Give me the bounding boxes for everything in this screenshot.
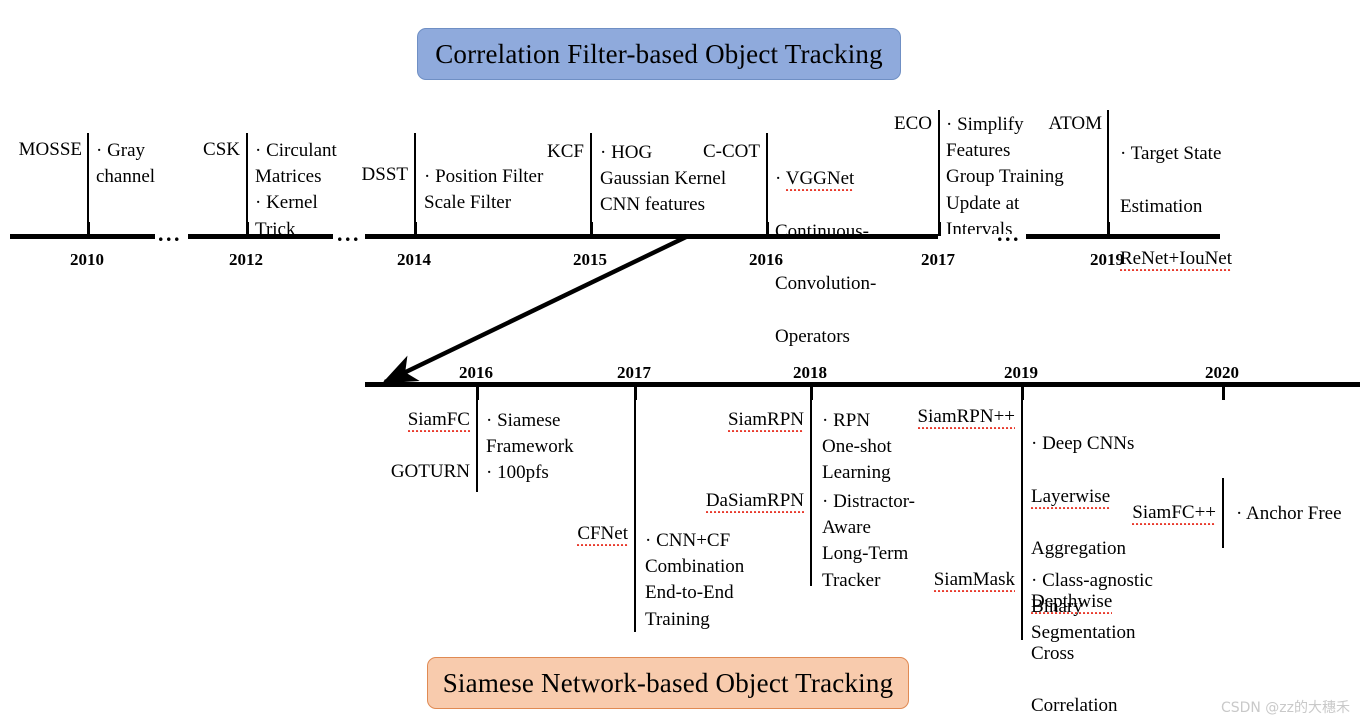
- bottom-method-siamrpnpp: SiamRPN++: [905, 405, 1015, 429]
- top-details-dsst: · Position Filter Scale Filter: [424, 166, 544, 214]
- bottom-year-label-2020: 2020: [1205, 363, 1239, 382]
- top-method-csk: CSK: [203, 139, 240, 160]
- detail-line: Aggregation: [1031, 538, 1126, 560]
- bottom-details-siamfcpp: · Anchor Free: [1236, 503, 1342, 524]
- bottom-method-siamrpn: SiamRPN: [710, 408, 804, 432]
- detail-line: Correlation: [1031, 695, 1118, 717]
- bottom-separator-siamrpnpp: [1021, 400, 1024, 640]
- bottom-tick-2019: [1021, 386, 1024, 400]
- bottom-method-goturn: GOTURN: [390, 461, 470, 482]
- top-method-atom: ATOM: [1048, 113, 1103, 134]
- method-label-dasiamrpn: DaSiamRPN: [705, 490, 804, 513]
- csdn-watermark: CSDN @zz的大穗禾: [1220, 700, 1350, 716]
- detail-line: Operators: [775, 325, 850, 347]
- detail-line: · Target State: [1120, 143, 1222, 165]
- bottom-method-dasiamrpn: DaSiamRPN: [690, 489, 804, 513]
- bottom-method-siammask: SiamMask: [908, 568, 1015, 592]
- method-label-siamrpnpp: SiamRPN++: [917, 406, 1015, 429]
- bottom-method-siamfc: SiamFC: [376, 408, 470, 432]
- top-axis-segment-1: [10, 234, 155, 239]
- method-label-siamfc: SiamFC: [407, 409, 470, 432]
- detail-line: · Deep CNNs: [1031, 433, 1135, 455]
- top-year-label-2015: 2015: [573, 250, 607, 269]
- top-method-mosse: MOSSE: [18, 139, 82, 160]
- top-details-c-cot: · VGGNet Continuous- Convolution- Operat…: [775, 140, 955, 350]
- bottom-tick-2016: [476, 386, 479, 400]
- detail-term-renet-iounet: ReNet+IouNet: [1120, 248, 1233, 272]
- top-year-label-2014: 2014: [397, 250, 431, 269]
- detail-term-layerwise: Layerwise: [1031, 485, 1111, 509]
- top-separator-mosse: [87, 133, 90, 234]
- top-axis-ellipsis-1: ...: [158, 221, 182, 246]
- bottom-year-label-2018: 2018: [793, 363, 827, 382]
- top-year-label-2010: 2010: [70, 250, 104, 269]
- bottom-method-cfnet: CFNet: [540, 522, 628, 546]
- bottom-tick-2018: [810, 386, 813, 400]
- bottom-banner-siamese-network: Siamese Network-based Object Tracking: [427, 657, 909, 709]
- bottom-separator-siamfc: [476, 400, 479, 492]
- top-method-dsst: DSST: [361, 164, 408, 185]
- bottom-details-cfnet: · CNN+CF Combination End-to-End Training: [645, 530, 745, 630]
- method-label-siamrpn: SiamRPN: [727, 409, 804, 432]
- bullet-glyph: ·: [775, 168, 786, 190]
- bottom-year-label-2019: 2019: [1004, 363, 1038, 382]
- top-details-atom: · Target State Estimation ReNet+IouNet: [1120, 115, 1310, 272]
- top-method-c-cot: C-COT: [703, 141, 760, 162]
- top-banner-correlation-filter: Correlation Filter-based Object Tracking: [417, 28, 901, 80]
- top-method-kcf: KCF: [547, 141, 584, 162]
- bottom-year-label-2017: 2017: [617, 363, 651, 382]
- bottom-separator-siamfcpp: [1222, 478, 1225, 548]
- diagram-canvas: Correlation Filter-based Object Tracking…: [0, 0, 1362, 725]
- top-year-label-2012: 2012: [229, 250, 263, 269]
- bottom-tick-2017: [634, 386, 637, 400]
- top-details-csk: · Circulant Matrices · Kernel Trick: [255, 140, 337, 240]
- top-separator-atom: [1107, 110, 1110, 234]
- bottom-year-label-2016: 2016: [459, 363, 493, 382]
- detail-term-vggnet: VGGNet: [785, 168, 855, 192]
- bottom-details-siammask: · Class-agnostic Binary Segmentation: [1031, 570, 1153, 644]
- detail-line: Estimation: [1120, 195, 1203, 217]
- bottom-details-siamrpnpp: · Deep CNNs Layerwise Aggregation Depthw…: [1031, 405, 1201, 720]
- detail-line: Convolution-: [775, 273, 877, 295]
- bottom-details-siamfc: · Siamese Framework · 100pfs: [486, 410, 574, 484]
- method-label-cfnet: CFNet: [577, 523, 628, 546]
- bottom-method-siamfcpp: SiamFC++: [1112, 501, 1216, 525]
- bottom-tick-2020: [1222, 386, 1225, 400]
- method-label-siammask: SiamMask: [933, 569, 1015, 592]
- top-separator-csk: [246, 133, 249, 234]
- detail-line: Continuous-: [775, 220, 869, 242]
- top-method-eco: ECO: [894, 113, 932, 134]
- method-label-siamfcpp: SiamFC++: [1132, 502, 1216, 525]
